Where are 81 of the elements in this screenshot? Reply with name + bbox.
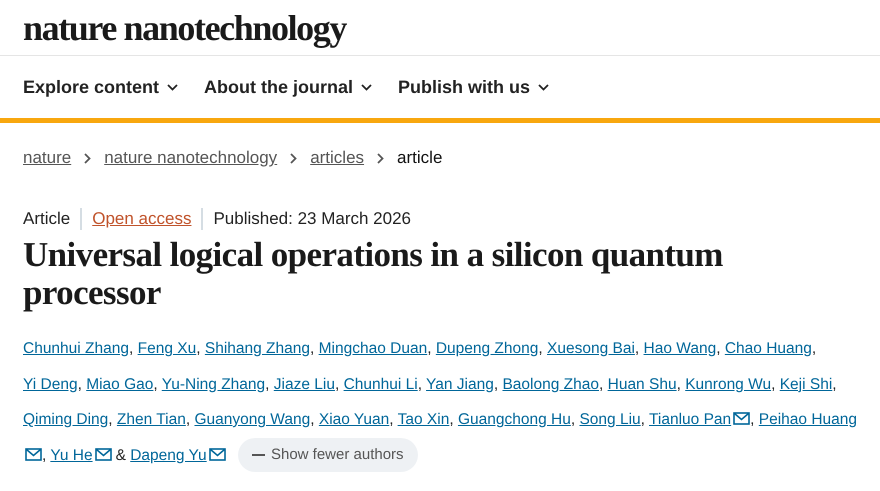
chevron-down-icon xyxy=(361,84,372,90)
breadcrumb-link[interactable]: nature nanotechnology xyxy=(104,148,278,168)
author-separator: , xyxy=(78,376,82,392)
chevron-down-icon xyxy=(167,84,178,90)
author-link[interactable]: Guanyong Wang xyxy=(194,411,310,428)
author-separator: , xyxy=(570,411,576,428)
breadcrumb-current: article xyxy=(397,148,442,168)
author-link[interactable]: Tao Xin xyxy=(398,411,450,428)
author-separator: , xyxy=(494,376,498,392)
author-link[interactable]: Dapeng Yu xyxy=(130,446,207,464)
nav-menu-button[interactable]: About the journal xyxy=(204,76,372,98)
author-link[interactable]: Chao Huang xyxy=(724,340,812,357)
author-separator: , xyxy=(265,376,270,392)
author-separator: & xyxy=(116,446,126,464)
author-link[interactable]: Zhen Tian xyxy=(116,411,186,428)
author-link[interactable]: Chunhui Li xyxy=(344,376,418,392)
nav-menu-button[interactable]: Explore content xyxy=(23,76,178,98)
author-link[interactable]: Kunrong Wu xyxy=(685,376,772,392)
author-link[interactable]: Yan Jiang xyxy=(426,376,494,392)
chevron-right-icon xyxy=(290,152,298,164)
journal-logo[interactable]: nature nanotechnology xyxy=(23,6,346,48)
author-separator: , xyxy=(129,340,134,357)
author-link[interactable]: Yu He xyxy=(50,446,93,464)
chevron-right-icon xyxy=(84,152,92,164)
author-link[interactable]: Qiming Ding xyxy=(23,411,108,428)
article-type: Article xyxy=(23,209,70,229)
author-link[interactable]: Yu-Ning Zhang xyxy=(162,376,266,392)
author-link[interactable]: Song Liu xyxy=(579,411,641,428)
author-link[interactable]: Guangchong Hu xyxy=(458,411,571,428)
author-link[interactable]: Huan Shu xyxy=(608,376,677,392)
author-separator: , xyxy=(449,411,454,428)
author-separator: , xyxy=(427,340,432,357)
chevron-down-icon xyxy=(538,84,550,90)
breadcrumb-link[interactable]: articles xyxy=(310,148,364,168)
author-link[interactable]: Yi Deng xyxy=(23,376,78,392)
author-separator: , xyxy=(418,376,422,392)
open-access-link[interactable]: Open access xyxy=(92,209,192,229)
author-link[interactable]: Jiaze Liu xyxy=(274,376,335,392)
author-link[interactable]: Baolong Zhao xyxy=(502,376,599,392)
author-separator: , xyxy=(640,411,645,428)
author-separator: , xyxy=(716,340,721,357)
chevron-right-icon xyxy=(377,152,384,164)
author-separator: , xyxy=(750,411,754,428)
author-separator: , xyxy=(186,411,190,428)
author-separator: , xyxy=(334,376,340,392)
minus-icon xyxy=(252,454,265,456)
author-link[interactable]: Chunhui Zhang xyxy=(23,340,129,357)
author-separator: , xyxy=(389,411,394,428)
author-separator: , xyxy=(676,376,681,392)
author-link[interactable]: Feng Xu xyxy=(138,340,196,357)
author-link[interactable]: Hao Wang xyxy=(644,340,716,357)
publish-date: Published: 23 March 2026 xyxy=(213,209,411,229)
author-separator: , xyxy=(538,340,543,357)
author-separator: , xyxy=(196,340,201,357)
author-separator: , xyxy=(832,376,837,392)
mail-icon[interactable] xyxy=(733,412,750,425)
author-link[interactable]: Xuesong Bai xyxy=(547,340,635,357)
author-separator: , xyxy=(42,446,46,464)
mail-icon[interactable] xyxy=(94,448,112,460)
mail-icon[interactable] xyxy=(208,448,226,460)
author-link[interactable]: Peihao Huang xyxy=(758,411,858,428)
author-separator: , xyxy=(310,340,314,357)
show-fewer-authors-button[interactable]: Show fewer authors xyxy=(238,438,418,472)
author-separator: , xyxy=(310,411,315,428)
nav-menu-button[interactable]: Publish with us xyxy=(398,76,550,98)
author-link[interactable]: Xiao Yuan xyxy=(318,411,390,428)
breadcrumb-link[interactable]: nature xyxy=(23,148,72,168)
author-link[interactable]: Miao Gao xyxy=(86,376,154,392)
author-separator: , xyxy=(634,340,640,357)
author-link[interactable]: Dupeng Zhong xyxy=(436,340,538,357)
author-separator: , xyxy=(108,411,113,428)
author-link[interactable]: Mingchao Duan xyxy=(318,340,428,357)
author-link[interactable]: Tianluo Pan xyxy=(649,411,732,428)
author-separator: , xyxy=(153,376,158,392)
author-separator: , xyxy=(599,376,604,392)
author-separator: , xyxy=(771,376,776,392)
author-separator: , xyxy=(812,340,816,357)
mail-icon[interactable] xyxy=(25,448,42,460)
author-link[interactable]: Shihang Zhang xyxy=(204,340,310,357)
author-link[interactable]: Keji Shi xyxy=(780,376,832,392)
article-title: Universal logical operations in a silicon quantum processor xyxy=(23,236,724,312)
